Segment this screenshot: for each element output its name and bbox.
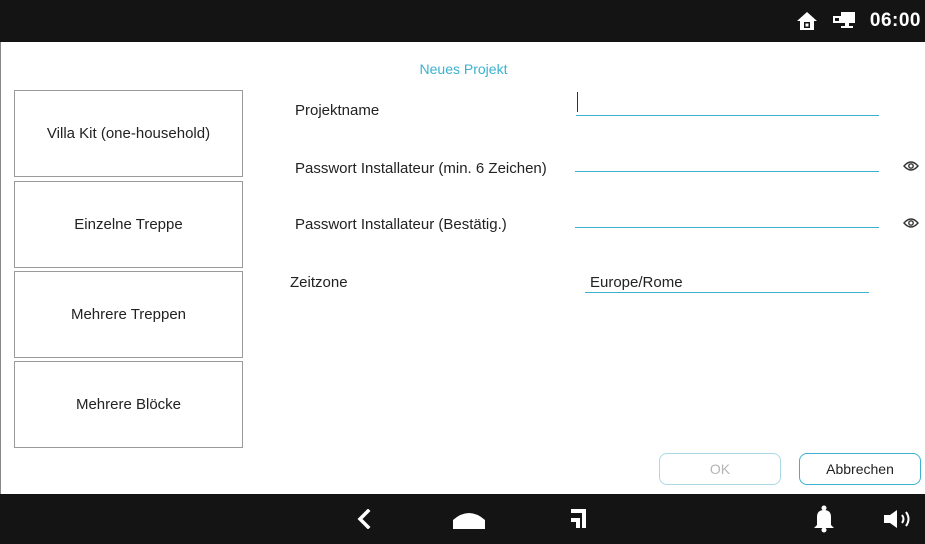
template-mehrere-treppen-button[interactable]: Mehrere Treppen (14, 271, 243, 358)
template-einzelne-treppe-button[interactable]: Einzelne Treppe (14, 181, 243, 268)
text-caret (577, 92, 578, 112)
project-name-label: Projektname (295, 102, 380, 119)
timezone-select[interactable] (585, 292, 869, 293)
project-name-input[interactable] (576, 115, 879, 116)
cancel-button-label: Abbrechen (826, 461, 894, 477)
home-icon[interactable] (446, 494, 492, 544)
status-time: 06:00 (869, 10, 921, 31)
template-label: Villa Kit (one-household) (46, 125, 211, 142)
template-mehrere-bloecke-button[interactable]: Mehrere Blöcke (14, 361, 243, 448)
page-title: Neues Projekt (419, 61, 508, 77)
cancel-button[interactable]: Abbrechen (799, 453, 921, 485)
status-bar-right: 06:00 (796, 0, 921, 42)
bell-icon[interactable] (806, 494, 842, 544)
timezone-label: Zeitzone (290, 274, 348, 291)
volume-icon[interactable] (878, 494, 922, 544)
network-icon (832, 11, 856, 31)
password-input[interactable] (575, 171, 879, 172)
template-label: Einzelne Treppe (74, 216, 183, 233)
template-villa-kit-button[interactable]: Villa Kit (one-household) (14, 90, 243, 177)
main-panel: Neues Projekt Villa Kit (one-household) … (0, 42, 925, 494)
eye-icon[interactable] (903, 159, 919, 177)
home-lock-icon (796, 11, 818, 31)
password-label: Passwort Installateur (min. 6 Zeichen) (295, 160, 547, 177)
ok-button-label: OK (709, 461, 731, 477)
back-icon[interactable] (346, 494, 382, 544)
template-label: Mehrere Treppen (70, 306, 187, 323)
timezone-value: Europe/Rome (590, 274, 683, 291)
recent-icon[interactable] (560, 494, 596, 544)
ok-button[interactable]: OK (659, 453, 781, 485)
password-confirm-label: Passwort Installateur (Bestätig.) (295, 216, 507, 233)
template-label: Mehrere Blöcke (75, 396, 182, 413)
password-confirm-input[interactable] (575, 227, 879, 228)
eye-icon[interactable] (903, 216, 919, 234)
nav-bar (0, 494, 925, 544)
status-bar: 06:00 (0, 0, 925, 42)
